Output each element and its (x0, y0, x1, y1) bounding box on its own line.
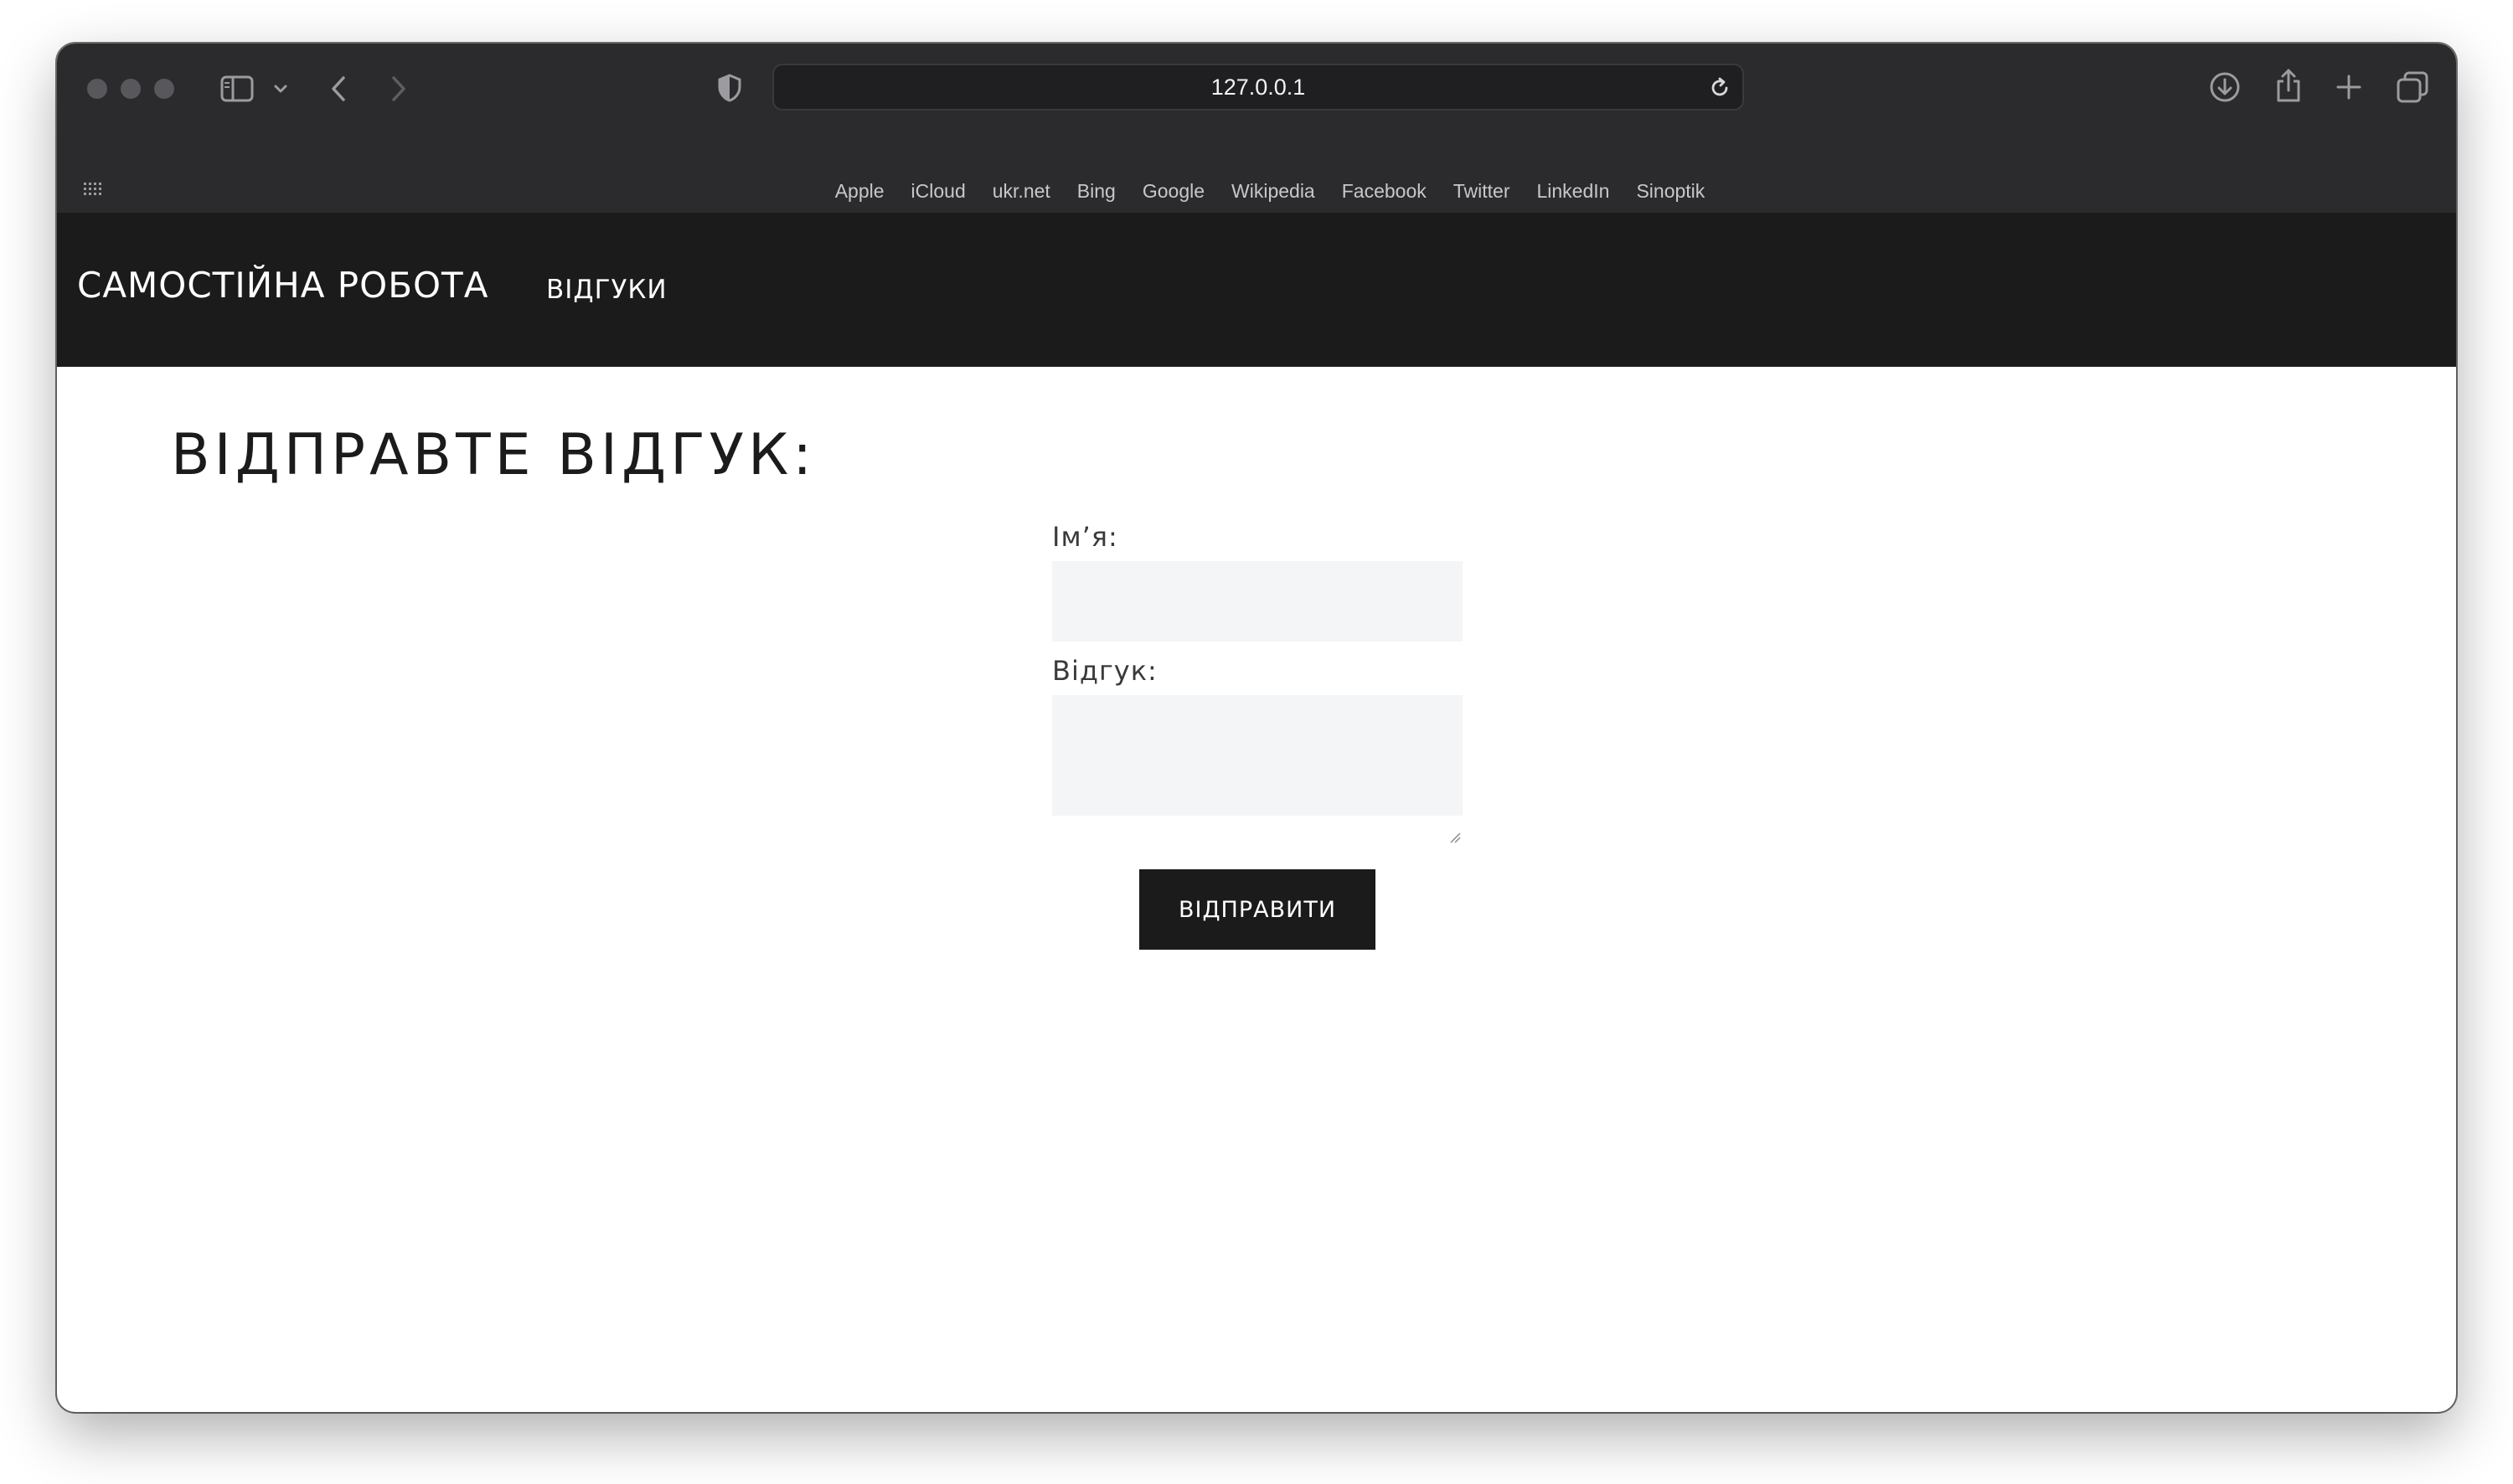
new-tab-icon[interactable] (2332, 70, 2366, 104)
zoom-window-button[interactable] (154, 79, 174, 99)
nav-link-reviews[interactable]: ВІДГУКИ (546, 275, 668, 305)
submit-button-label: ВІДПРАВИТИ (1178, 896, 1337, 923)
bookmark-twitter[interactable]: Twitter (1453, 180, 1510, 203)
bookmark-facebook[interactable]: Facebook (1342, 180, 1427, 203)
tab-overview-icon[interactable] (2394, 69, 2431, 106)
privacy-shield-icon[interactable] (715, 70, 744, 106)
bookmark-wikipedia[interactable]: Wikipedia (1231, 180, 1315, 203)
page-title: ВІДПРАВТЕ ВІДГУК: (171, 422, 817, 488)
resize-grip-icon[interactable] (1449, 831, 1461, 843)
bookmark-sinoptik[interactable]: Sinoptik (1636, 180, 1705, 203)
bookmark-icloud[interactable]: iCloud (911, 180, 966, 203)
site-brand[interactable]: САМОСТІЙНА РОБОТА (77, 265, 488, 306)
bookmark-ukr-net[interactable]: ukr.net (993, 180, 1050, 203)
review-textarea[interactable] (1052, 695, 1463, 816)
submit-button[interactable]: ВІДПРАВИТИ (1139, 869, 1375, 950)
browser-window: 127.0.0.1 Apple iCloud ukr.net Bing Goog… (57, 44, 2456, 1412)
sidebar-icon[interactable] (219, 72, 255, 106)
review-label: Відгук: (1052, 655, 1158, 687)
back-icon[interactable] (323, 72, 353, 106)
bookmark-linkedin[interactable]: LinkedIn (1536, 180, 1609, 203)
address-bar[interactable]: 127.0.0.1 (772, 64, 1744, 111)
browser-toolbar: 127.0.0.1 (57, 44, 2456, 169)
reload-icon[interactable] (1707, 75, 1732, 100)
minimize-window-button[interactable] (121, 79, 141, 99)
close-window-button[interactable] (87, 79, 107, 99)
bookmark-list: Apple iCloud ukr.net Bing Google Wikiped… (57, 169, 2456, 213)
chevron-down-icon[interactable] (271, 77, 290, 100)
name-label: Імʼя: (1052, 521, 1118, 553)
share-icon[interactable] (2270, 65, 2307, 106)
forward-icon[interactable] (384, 72, 414, 106)
site-header: САМОСТІЙНА РОБОТА ВІДГУКИ (57, 214, 2456, 367)
bookmark-bing[interactable]: Bing (1077, 180, 1116, 203)
bookmarks-bar: Apple iCloud ukr.net Bing Google Wikiped… (57, 169, 2456, 214)
downloads-icon[interactable] (2206, 69, 2243, 106)
bookmark-google[interactable]: Google (1143, 180, 1205, 203)
url-text: 127.0.0.1 (1210, 75, 1306, 100)
bookmark-apple[interactable]: Apple (835, 180, 885, 203)
name-input[interactable] (1052, 561, 1463, 642)
